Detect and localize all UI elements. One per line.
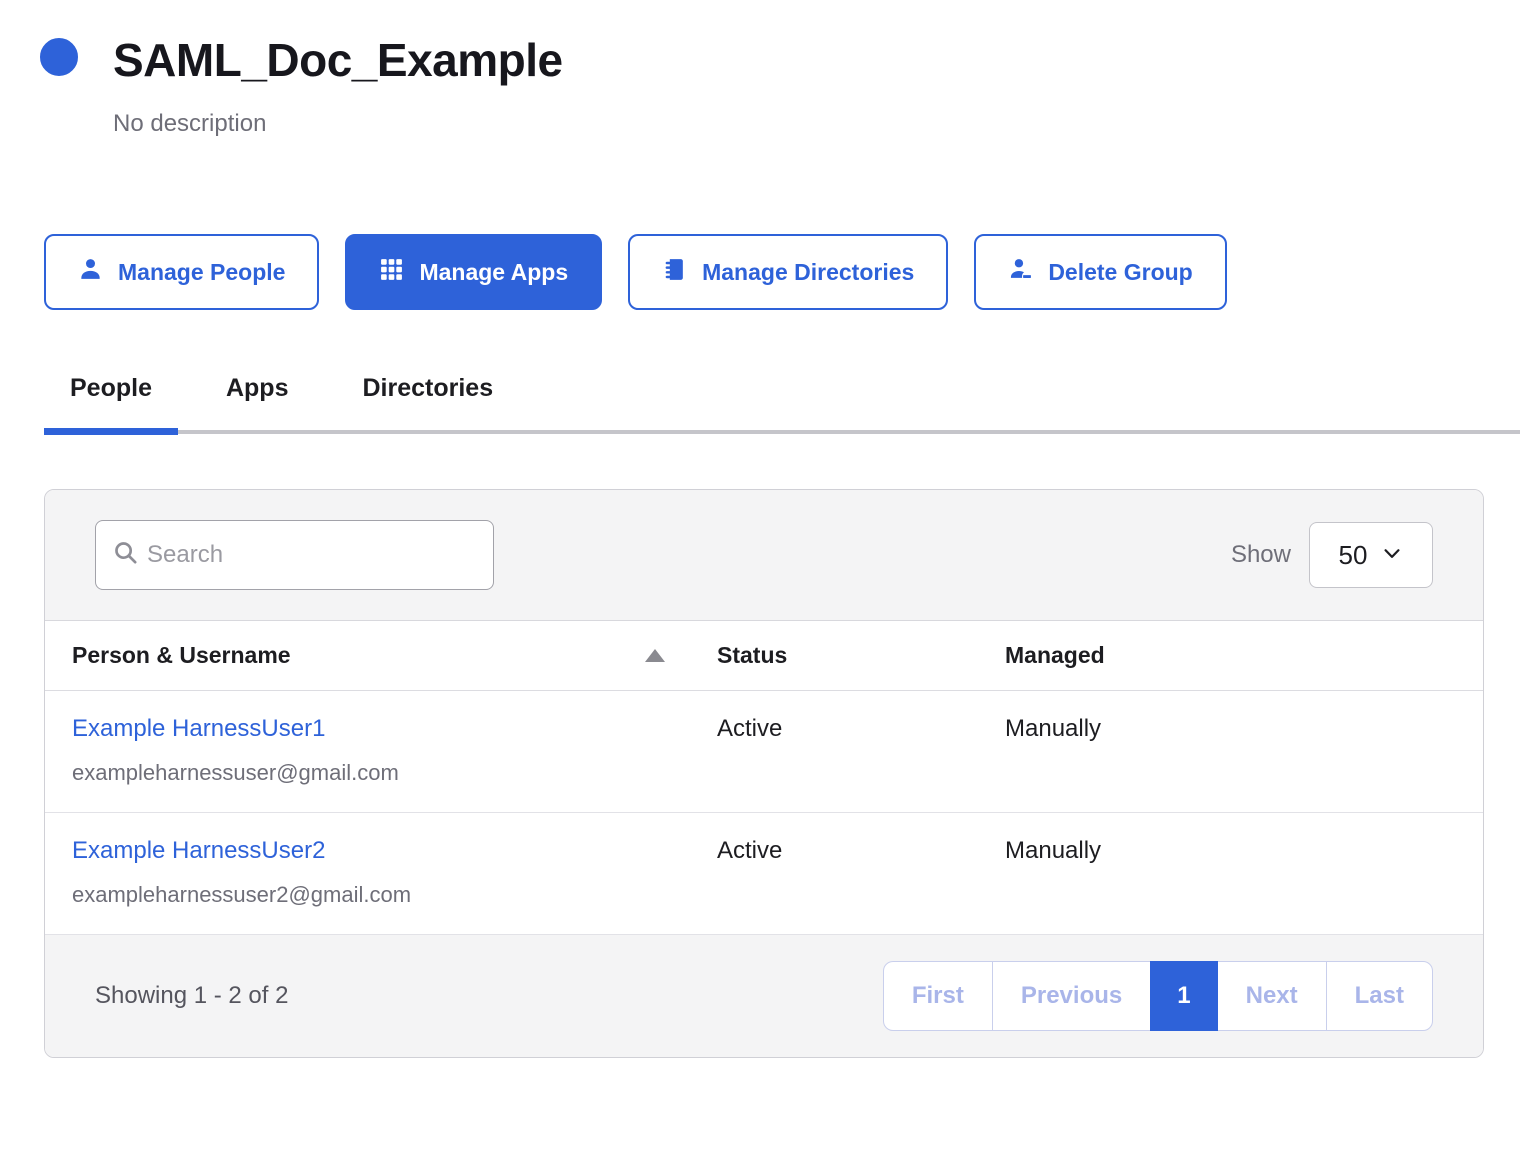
column-header-person-username[interactable]: Person & Username bbox=[45, 642, 717, 669]
search-box[interactable] bbox=[95, 520, 494, 590]
manage-people-button[interactable]: Manage People bbox=[44, 234, 319, 310]
manage-directories-label: Manage Directories bbox=[702, 259, 914, 286]
pagination-previous-button[interactable]: Previous bbox=[992, 961, 1151, 1031]
tab-directories[interactable]: Directories bbox=[336, 374, 519, 430]
page-size-value: 50 bbox=[1339, 540, 1368, 571]
pagination-next-button[interactable]: Next bbox=[1217, 961, 1327, 1031]
pagination-page-1-button[interactable]: 1 bbox=[1150, 961, 1217, 1031]
directory-icon bbox=[662, 257, 687, 288]
group-action-bar: Manage People Manage Apps Manage Directo… bbox=[44, 234, 1520, 310]
group-description: No description bbox=[113, 110, 563, 138]
tab-people[interactable]: People bbox=[44, 374, 178, 430]
group-header: SAML_Doc_Example No description bbox=[40, 38, 1520, 138]
people-table-card: Show 50 Person & Username Status Managed… bbox=[44, 489, 1484, 1058]
search-input[interactable] bbox=[145, 540, 477, 570]
chevron-down-icon bbox=[1381, 540, 1403, 571]
sort-ascending-icon bbox=[645, 649, 665, 662]
person-cell: Example HarnessUser2 exampleharnessuser2… bbox=[45, 837, 717, 908]
status-cell: Active bbox=[717, 715, 1005, 743]
pagination: First Previous 1 Next Last bbox=[883, 961, 1433, 1031]
group-tabs: People Apps Directories bbox=[44, 374, 1520, 434]
column-header-managed[interactable]: Managed bbox=[1005, 642, 1483, 669]
person-username: exampleharnessuser@gmail.com bbox=[72, 760, 717, 786]
person-username-header-label: Person & Username bbox=[72, 642, 291, 669]
search-icon bbox=[112, 539, 139, 571]
table-header-row: Person & Username Status Managed bbox=[45, 621, 1483, 691]
person-link[interactable]: Example HarnessUser2 bbox=[72, 837, 325, 864]
managed-cell: Manually bbox=[1005, 715, 1483, 743]
manage-people-label: Manage People bbox=[118, 259, 285, 286]
page-size-select[interactable]: 50 bbox=[1309, 522, 1433, 588]
person-remove-icon bbox=[1008, 257, 1033, 288]
pagination-last-button[interactable]: Last bbox=[1326, 961, 1433, 1031]
status-cell: Active bbox=[717, 837, 1005, 865]
table-toolbar: Show 50 bbox=[45, 490, 1483, 621]
table-footer: Showing 1 - 2 of 2 First Previous 1 Next… bbox=[45, 935, 1483, 1057]
manage-directories-button[interactable]: Manage Directories bbox=[628, 234, 948, 310]
results-summary: Showing 1 - 2 of 2 bbox=[95, 982, 288, 1010]
column-header-status[interactable]: Status bbox=[717, 642, 1005, 669]
pagination-first-button[interactable]: First bbox=[883, 961, 993, 1031]
table-row: Example HarnessUser2 exampleharnessuser2… bbox=[45, 813, 1483, 935]
manage-apps-button[interactable]: Manage Apps bbox=[345, 234, 602, 310]
delete-group-button[interactable]: Delete Group bbox=[974, 234, 1226, 310]
grid-icon bbox=[379, 257, 404, 288]
page-size-group: Show 50 bbox=[1231, 522, 1433, 588]
person-username: exampleharnessuser2@gmail.com bbox=[72, 882, 717, 908]
managed-cell: Manually bbox=[1005, 837, 1483, 865]
tab-apps[interactable]: Apps bbox=[200, 374, 315, 430]
person-link[interactable]: Example HarnessUser1 bbox=[72, 715, 325, 742]
manage-apps-label: Manage Apps bbox=[419, 259, 568, 286]
show-label: Show bbox=[1231, 541, 1291, 569]
delete-group-label: Delete Group bbox=[1048, 259, 1192, 286]
group-icon bbox=[40, 38, 78, 76]
table-row: Example HarnessUser1 exampleharnessuser@… bbox=[45, 691, 1483, 813]
person-icon bbox=[78, 257, 103, 288]
person-cell: Example HarnessUser1 exampleharnessuser@… bbox=[45, 715, 717, 786]
page-title: SAML_Doc_Example bbox=[113, 32, 563, 88]
